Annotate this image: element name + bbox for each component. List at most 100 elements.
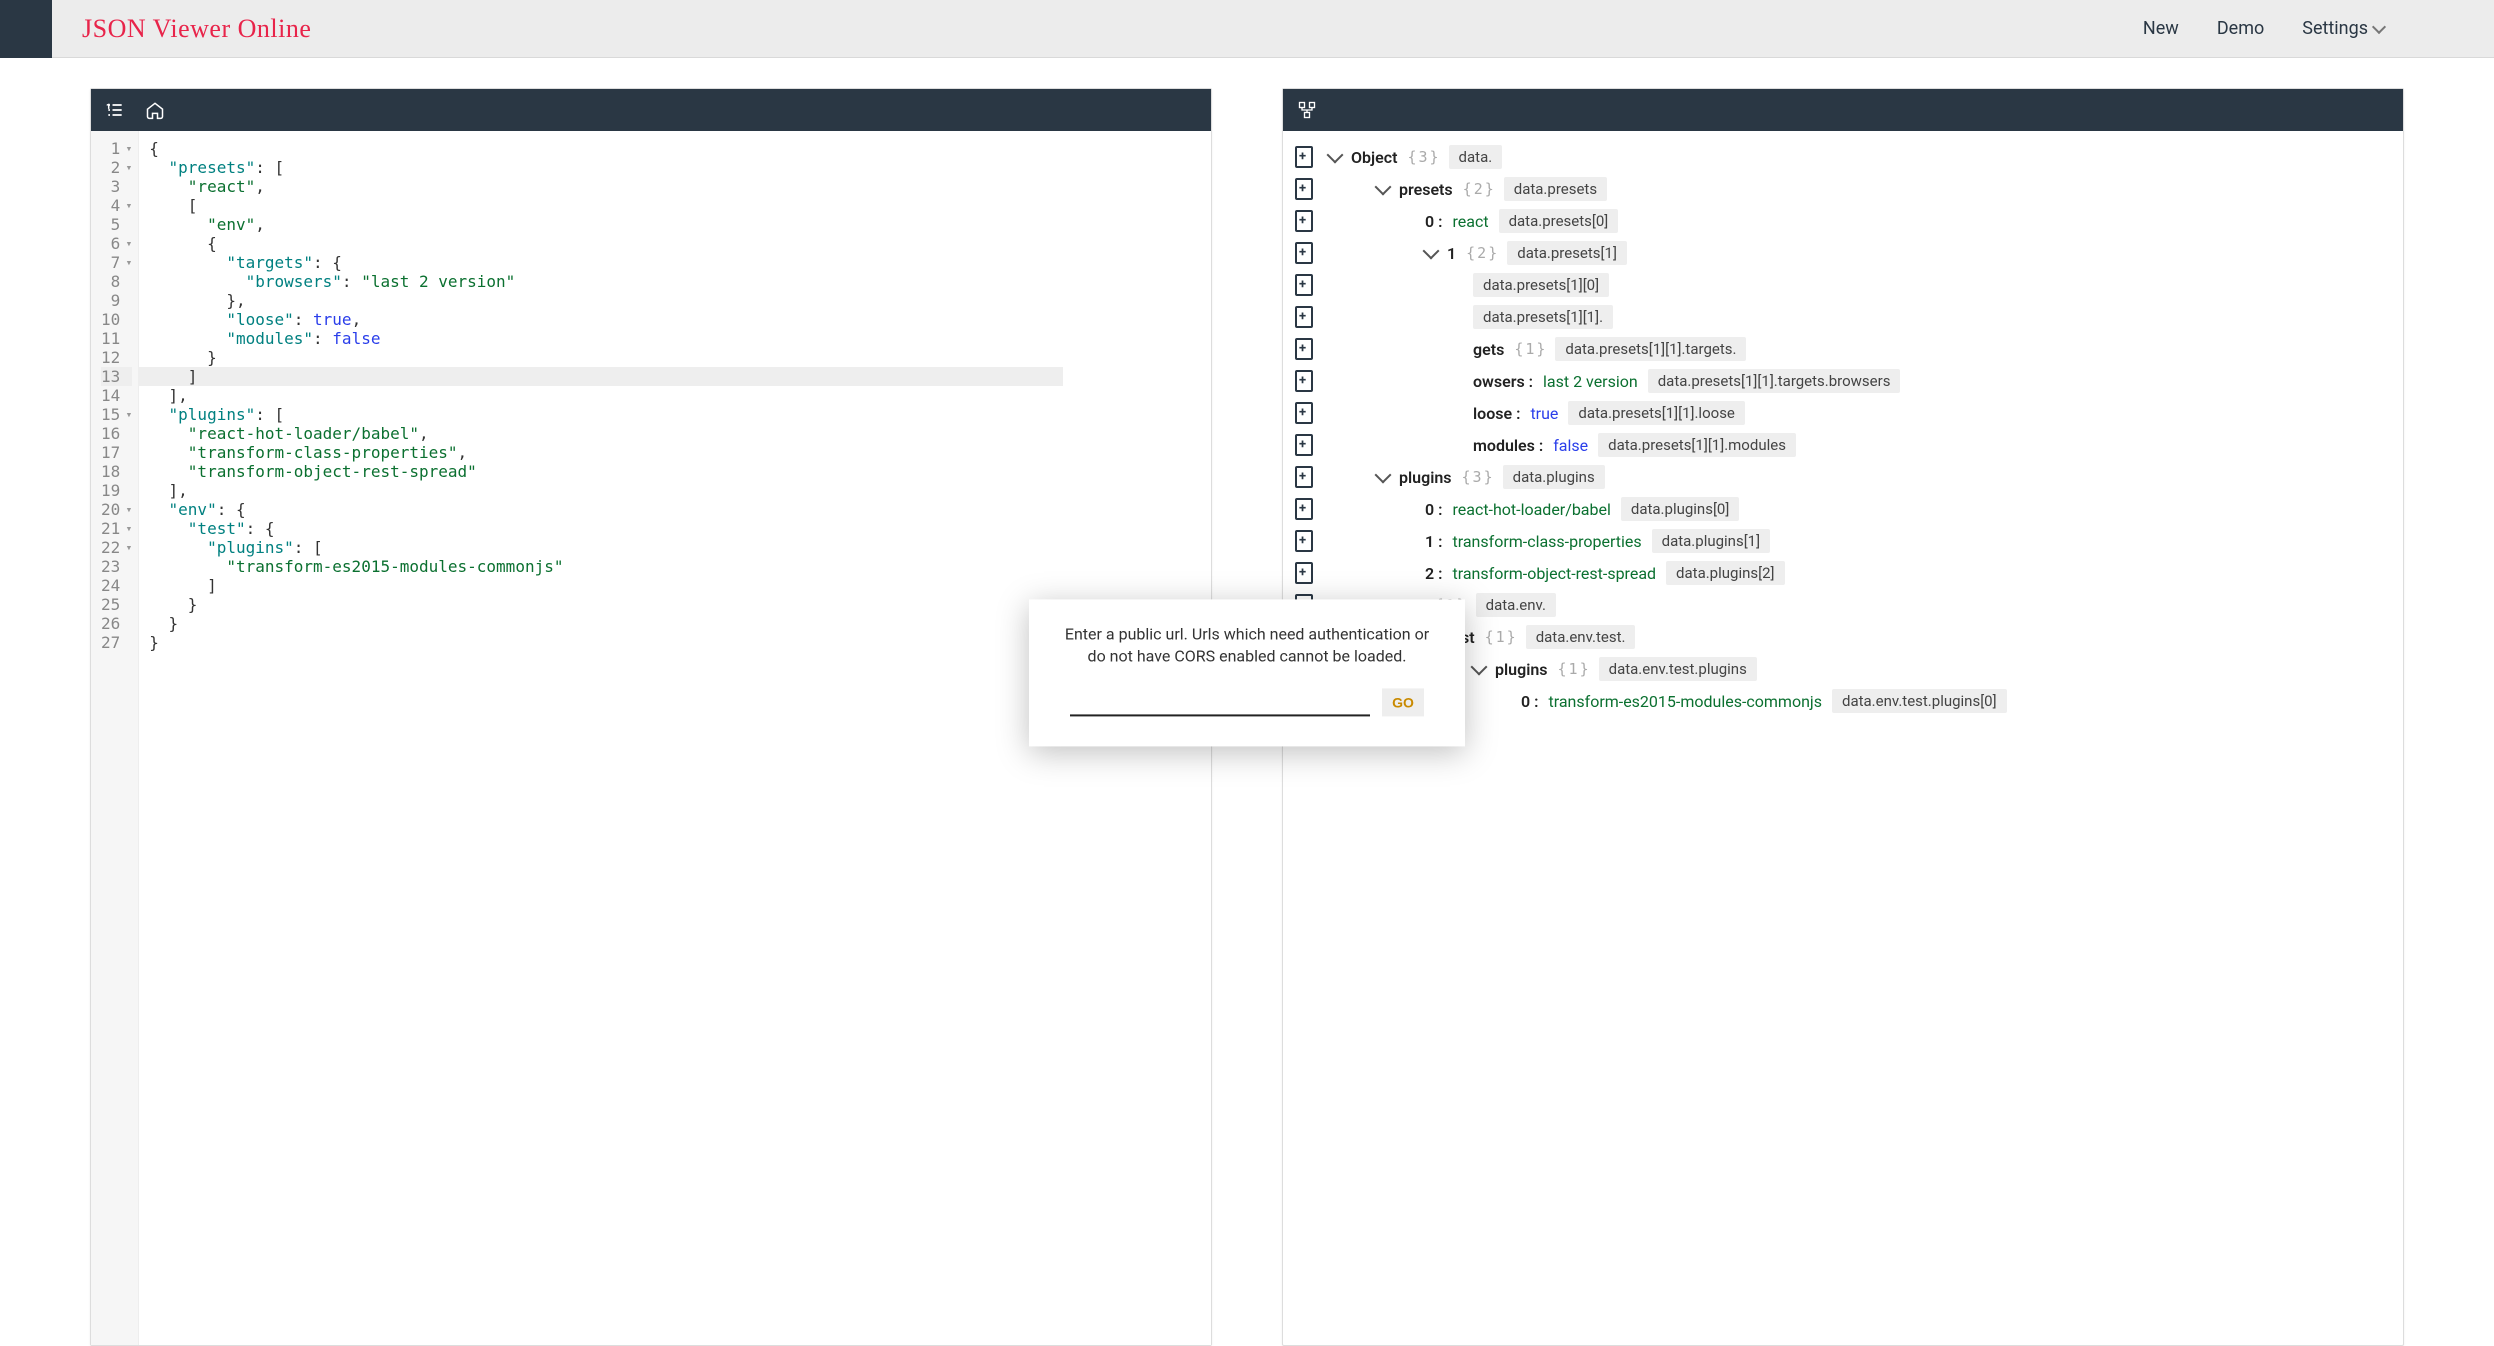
tree-icon[interactable] <box>1297 100 1317 120</box>
code-line[interactable]: "targets": { <box>149 253 563 272</box>
chevron-down-icon[interactable] <box>1375 467 1392 484</box>
tree-row[interactable]: 2 :transform-object-rest-spreaddata.plug… <box>1289 557 2397 589</box>
line-number: 20▾ <box>101 500 132 519</box>
code-line[interactable]: ] <box>139 367 1063 386</box>
line-number: 23 <box>101 557 132 576</box>
code-line[interactable]: "env": { <box>149 500 563 519</box>
code-line[interactable]: ], <box>149 386 563 405</box>
document-icon[interactable] <box>1295 242 1313 264</box>
document-icon[interactable] <box>1295 306 1313 328</box>
code-line[interactable]: }, <box>149 291 563 310</box>
code-line[interactable]: "react-hot-loader/babel", <box>149 424 563 443</box>
document-icon[interactable] <box>1295 402 1313 424</box>
code-line[interactable]: ], <box>149 481 563 500</box>
document-icon[interactable] <box>1295 274 1313 296</box>
line-number: 24 <box>101 576 132 595</box>
node-value: true <box>1530 404 1558 423</box>
code-line[interactable]: "presets": [ <box>149 158 563 177</box>
code-line[interactable]: "modules": false <box>149 329 563 348</box>
code-line[interactable]: } <box>149 348 563 367</box>
node-key: 2 : <box>1425 564 1442 583</box>
code-line[interactable]: [ <box>149 196 563 215</box>
code-line[interactable]: "env", <box>149 215 563 234</box>
code-line[interactable]: { <box>149 234 563 253</box>
nav-new[interactable]: New <box>2143 18 2179 39</box>
code-line[interactable]: ] <box>149 576 563 595</box>
chevron-down-icon[interactable] <box>1423 243 1440 260</box>
code-line[interactable]: } <box>149 614 563 633</box>
line-number: 11 <box>101 329 132 348</box>
tree-row[interactable]: 1 :transform-class-propertiesdata.plugin… <box>1289 525 2397 557</box>
code-line[interactable]: "loose": true, <box>149 310 563 329</box>
tree-toolbar <box>1283 89 2403 131</box>
document-icon[interactable] <box>1295 146 1313 168</box>
code-line[interactable]: "react", <box>149 177 563 196</box>
document-icon[interactable] <box>1295 434 1313 456</box>
tree-row[interactable]: 12data.presets[1] <box>1289 237 2397 269</box>
node-value: react-hot-loader/babel <box>1452 500 1610 519</box>
tree-row[interactable]: 0 :reactdata.presets[0] <box>1289 205 2397 237</box>
tree-row[interactable]: data.presets[1][1]. <box>1289 301 2397 333</box>
node-key: 0 : <box>1425 500 1442 519</box>
nav-demo[interactable]: Demo <box>2217 18 2264 39</box>
chevron-down-icon[interactable] <box>1471 659 1488 676</box>
code-area[interactable]: { "presets": [ "react", [ "env", { "targ… <box>139 131 573 1345</box>
node-path: data.presets[1][1]. <box>1473 305 1613 329</box>
document-icon[interactable] <box>1295 466 1313 488</box>
node-path: data. <box>1449 145 1503 169</box>
format-icon[interactable]: 1 <box>105 100 125 120</box>
tree-row[interactable]: Object3data. <box>1289 141 2397 173</box>
document-icon[interactable] <box>1295 370 1313 392</box>
code-line[interactable]: "transform-object-rest-spread" <box>149 462 563 481</box>
document-icon[interactable] <box>1295 530 1313 552</box>
code-line[interactable]: "test": { <box>149 519 563 538</box>
document-icon[interactable] <box>1295 338 1313 360</box>
chevron-down-icon[interactable] <box>1375 179 1392 196</box>
document-icon[interactable] <box>1295 498 1313 520</box>
document-icon[interactable] <box>1295 210 1313 232</box>
tree-row[interactable]: modules :falsedata.presets[1][1].modules <box>1289 429 2397 461</box>
line-number: 21▾ <box>101 519 132 538</box>
code-line[interactable]: "transform-es2015-modules-commonjs" <box>149 557 563 576</box>
node-path: data.env. <box>1476 593 1556 617</box>
node-label: plugins <box>1399 468 1452 487</box>
node-count: 1 <box>1485 628 1516 646</box>
nav-settings[interactable]: Settings <box>2302 18 2384 39</box>
code-line[interactable]: } <box>149 595 563 614</box>
code-line[interactable]: "transform-class-properties", <box>149 443 563 462</box>
tree-row[interactable]: data.presets[1][0] <box>1289 269 2397 301</box>
line-number: 12 <box>101 348 132 367</box>
node-path: data.plugins <box>1503 465 1605 489</box>
tree-row[interactable]: loose :truedata.presets[1][1].loose <box>1289 397 2397 429</box>
node-label: plugins <box>1495 660 1548 679</box>
line-number: 1▾ <box>101 139 132 158</box>
tree-row[interactable]: owsers :last 2 versiondata.presets[1][1]… <box>1289 365 2397 397</box>
code-line[interactable]: "plugins": [ <box>149 405 563 424</box>
node-path: data.plugins[0] <box>1621 497 1739 521</box>
code-line[interactable]: } <box>149 633 563 652</box>
code-line[interactable]: { <box>149 139 563 158</box>
tree-row[interactable]: gets1data.presets[1][1].targets. <box>1289 333 2397 365</box>
home-icon[interactable] <box>145 100 165 120</box>
url-input[interactable] <box>1070 690 1370 717</box>
chevron-down-icon[interactable] <box>1327 147 1344 164</box>
line-number: 13 <box>101 367 132 386</box>
editor-toolbar: 1 <box>91 89 1211 131</box>
tree-row[interactable]: presets2data.presets <box>1289 173 2397 205</box>
go-button[interactable]: GO <box>1382 689 1424 717</box>
tree-row[interactable]: plugins3data.plugins <box>1289 461 2397 493</box>
line-number: 27 <box>101 633 132 652</box>
node-key: 1 : <box>1425 532 1442 551</box>
document-icon[interactable] <box>1295 562 1313 584</box>
line-number: 3 <box>101 177 132 196</box>
document-icon[interactable] <box>1295 178 1313 200</box>
node-key: owsers : <box>1473 372 1533 391</box>
line-number: 4▾ <box>101 196 132 215</box>
line-number: 8 <box>101 272 132 291</box>
line-number: 17 <box>101 443 132 462</box>
tree-row[interactable]: 0 : react-hot-loader/babel data.plugins[0] <box>1289 493 2397 525</box>
node-value: transform-es2015-modules-commonjs <box>1548 692 1822 711</box>
node-path: data.env.test.plugins[0] <box>1832 689 2007 713</box>
code-line[interactable]: "plugins": [ <box>149 538 563 557</box>
code-line[interactable]: "browsers": "last 2 version" <box>149 272 563 291</box>
